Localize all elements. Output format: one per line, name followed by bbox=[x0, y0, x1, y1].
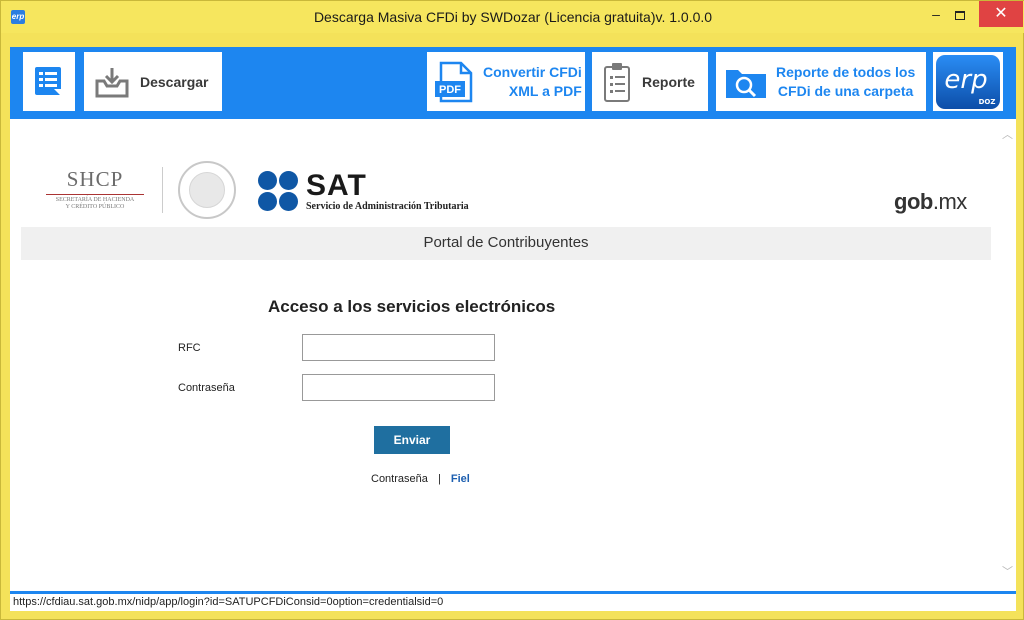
access-title: Acceso a los servicios electrónicos bbox=[268, 297, 556, 316]
svg-text:DOZ: DOZ bbox=[979, 98, 996, 106]
menu-button[interactable] bbox=[23, 52, 75, 111]
rfc-label: RFC bbox=[178, 342, 201, 354]
erp-doz-logo: erp DOZ bbox=[936, 54, 1000, 109]
portal-banner: Portal de Contribuyentes bbox=[21, 227, 991, 260]
window-title: Descarga Masiva CFDi by SWDozar (Licenci… bbox=[313, 9, 713, 25]
reporte-label: Reporte bbox=[642, 73, 695, 90]
app-window: erp Descarga Masiva CFDi by SWDozar (Lic… bbox=[0, 0, 1024, 620]
sat-subtitle: Servicio de Administración Tributaria bbox=[306, 201, 469, 212]
pdf-file-icon: PDF bbox=[435, 61, 473, 102]
maximize-button[interactable] bbox=[945, 1, 975, 27]
sat-word: SAT bbox=[306, 169, 367, 202]
status-bar: https://cfdiau.sat.gob.mx/nidp/app/login… bbox=[10, 591, 1016, 611]
reporte-carpeta-label: Reporte de todos los CFDi de una carpeta bbox=[776, 63, 915, 101]
shcp-text: SHCP bbox=[66, 167, 124, 191]
password-input[interactable] bbox=[302, 374, 495, 401]
reporte-carpeta-line1: Reporte de todos los bbox=[776, 63, 916, 80]
portal-title: Portal de Contribuyentes bbox=[423, 234, 589, 251]
maximize-icon bbox=[955, 10, 965, 20]
scroll-down-icon[interactable]: ﹀ bbox=[999, 564, 1016, 581]
convertir-line1: Convertir CFDi bbox=[483, 63, 582, 80]
gob-suffix: .mx bbox=[932, 189, 967, 214]
convertir-label: Convertir CFDi XML a PDF bbox=[483, 63, 582, 101]
shcp-sub1: SECRETARÍA DE HACIENDA bbox=[55, 197, 135, 203]
shcp-sub2: Y CRÉDITO PÚBLICO bbox=[65, 204, 125, 210]
login-links: Contraseña | Fiel bbox=[371, 473, 470, 485]
password-label: Contraseña bbox=[178, 382, 235, 394]
erp-logo-button[interactable]: erp DOZ bbox=[933, 52, 1003, 111]
reporte-carpeta-button[interactable]: Reporte de todos los CFDi de una carpeta bbox=[716, 52, 926, 111]
mexico-seal-icon bbox=[178, 161, 236, 219]
document-list-icon bbox=[35, 66, 62, 97]
shcp-logo: SHCP SECRETARÍA DE HACIENDA Y CRÉDITO PÚ… bbox=[40, 167, 150, 211]
close-button[interactable]: ✕ bbox=[979, 1, 1023, 27]
reporte-carpeta-line2: CFDi de una carpeta bbox=[777, 82, 914, 99]
shcp-divider bbox=[46, 194, 144, 195]
gobmx-logo: gob.mx bbox=[894, 189, 967, 215]
descargar-button[interactable]: Descargar bbox=[84, 52, 222, 111]
clipboard-icon bbox=[604, 62, 630, 102]
sat-dots-icon bbox=[258, 171, 302, 215]
fiel-link[interactable]: Fiel bbox=[451, 473, 470, 485]
rfc-input[interactable] bbox=[302, 334, 495, 361]
scroll-up-icon[interactable]: ︿ bbox=[999, 127, 1016, 144]
convertir-line2: XML a PDF bbox=[508, 82, 582, 99]
gob-prefix: gob bbox=[894, 189, 933, 214]
toolbar: Descargar PDF Convertir CFDi XML a PDF R… bbox=[10, 47, 1016, 119]
link-separator: | bbox=[437, 473, 441, 485]
logo-divider bbox=[162, 167, 163, 213]
web-view: SHCP SECRETARÍA DE HACIENDA Y CRÉDITO PÚ… bbox=[10, 119, 1016, 591]
svg-text:PDF: PDF bbox=[439, 84, 461, 96]
folder-search-icon bbox=[726, 69, 766, 98]
enviar-button[interactable]: Enviar bbox=[374, 426, 450, 454]
download-tray-icon bbox=[95, 67, 129, 97]
convertir-pdf-button[interactable]: PDF Convertir CFDi XML a PDF bbox=[427, 52, 585, 111]
contrasena-link[interactable]: Contraseña bbox=[371, 473, 428, 485]
title-bar[interactable]: erp Descarga Masiva CFDi by SWDozar (Lic… bbox=[1, 1, 1024, 33]
vertical-scrollbar[interactable]: ︿ ﹀ bbox=[999, 119, 1016, 591]
descargar-label: Descargar bbox=[140, 73, 209, 90]
svg-text:erp: erp bbox=[944, 65, 987, 95]
status-url: https://cfdiau.sat.gob.mx/nidp/app/login… bbox=[13, 596, 444, 608]
client-area: Descargar PDF Convertir CFDi XML a PDF R… bbox=[10, 47, 1016, 611]
reporte-button[interactable]: Reporte bbox=[592, 52, 708, 111]
